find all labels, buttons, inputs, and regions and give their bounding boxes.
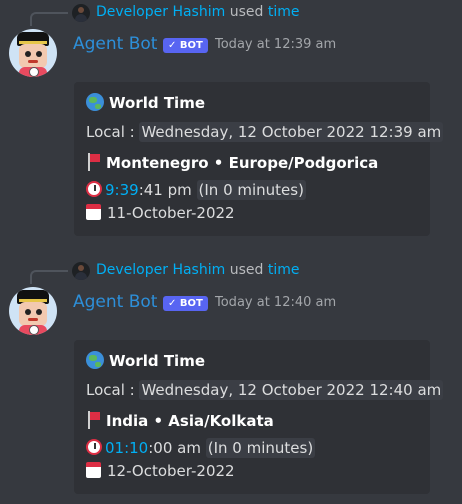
- reply-connector: [30, 270, 68, 284]
- bot-badge: ✓ BOT: [163, 38, 208, 53]
- reply-connector: [30, 12, 68, 26]
- red-flag-icon: [86, 153, 100, 171]
- converted-time-rest: :00 am: [148, 439, 201, 457]
- converted-time-link[interactable]: 01:10: [105, 439, 148, 457]
- command-name[interactable]: time: [268, 262, 300, 278]
- alarm-clock-icon: [86, 439, 102, 455]
- red-flag-icon: [86, 411, 100, 429]
- date-text: 12-October-2022: [107, 462, 235, 480]
- date-line: 11-October-2022: [86, 204, 235, 222]
- bot-avatar[interactable]: [9, 29, 57, 77]
- message-timestamp[interactable]: Today at 12:40 am: [215, 295, 336, 310]
- calendar-icon: [86, 204, 101, 220]
- alarm-clock-icon: [86, 181, 102, 197]
- local-time-line: Local : Wednesday, 12 October 2022 12:40…: [86, 380, 444, 400]
- converted-time-line: 01:10:00 am (In 0 minutes): [86, 438, 316, 458]
- reply-context[interactable]: Developer Hashim used time: [96, 4, 299, 20]
- calendar-icon: [86, 462, 101, 478]
- bot-badge: ✓ BOT: [163, 296, 208, 311]
- reply-used-text: used: [229, 262, 264, 278]
- command-name[interactable]: time: [268, 4, 300, 20]
- date-line: 12-October-2022: [86, 462, 235, 480]
- embed-title: World Time: [86, 93, 205, 115]
- converted-time-rest: :41 pm: [138, 181, 192, 199]
- date-text: 11-October-2022: [107, 204, 235, 222]
- embed-title: World Time: [86, 351, 205, 373]
- embed-title-text: World Time: [109, 94, 205, 112]
- location-line: India • Asia/Kolkata: [86, 411, 274, 430]
- location-line: Montenegro • Europe/Podgorica: [86, 153, 378, 172]
- local-label: Local :: [86, 123, 135, 141]
- replied-username[interactable]: Developer Hashim: [96, 262, 225, 278]
- embed-title-text: World Time: [109, 352, 205, 370]
- relative-time[interactable]: (In 0 minutes): [205, 438, 316, 458]
- reply-used-text: used: [229, 4, 264, 20]
- bot-avatar[interactable]: [9, 287, 57, 335]
- world-time-embed: World Time Local : Wednesday, 12 October…: [74, 340, 444, 494]
- location-text: India • Asia/Kolkata: [106, 412, 274, 430]
- relative-time[interactable]: (In 0 minutes): [196, 180, 306, 200]
- bot-username[interactable]: Agent Bot: [73, 292, 157, 312]
- replied-user-avatar[interactable]: [72, 4, 90, 22]
- location-text: Montenegro • Europe/Podgorica: [106, 154, 379, 172]
- bot-username[interactable]: Agent Bot: [73, 34, 157, 54]
- replied-user-avatar[interactable]: [72, 262, 90, 280]
- local-time-value[interactable]: Wednesday, 12 October 2022 12:39 am: [139, 122, 444, 142]
- converted-time-line: 9:39:41 pm (In 0 minutes): [86, 180, 306, 200]
- reply-context[interactable]: Developer Hashim used time: [96, 262, 299, 278]
- message-timestamp[interactable]: Today at 12:39 am: [215, 37, 336, 52]
- globe-icon: [86, 93, 104, 111]
- replied-username[interactable]: Developer Hashim: [96, 4, 225, 20]
- local-label: Local :: [86, 381, 135, 399]
- local-time-line: Local : Wednesday, 12 October 2022 12:39…: [86, 122, 444, 142]
- local-time-value[interactable]: Wednesday, 12 October 2022 12:40 am: [139, 380, 444, 400]
- converted-time-link[interactable]: 9:39: [105, 181, 139, 199]
- globe-icon: [86, 351, 104, 369]
- world-time-embed: World Time Local : Wednesday, 12 October…: [74, 82, 444, 236]
